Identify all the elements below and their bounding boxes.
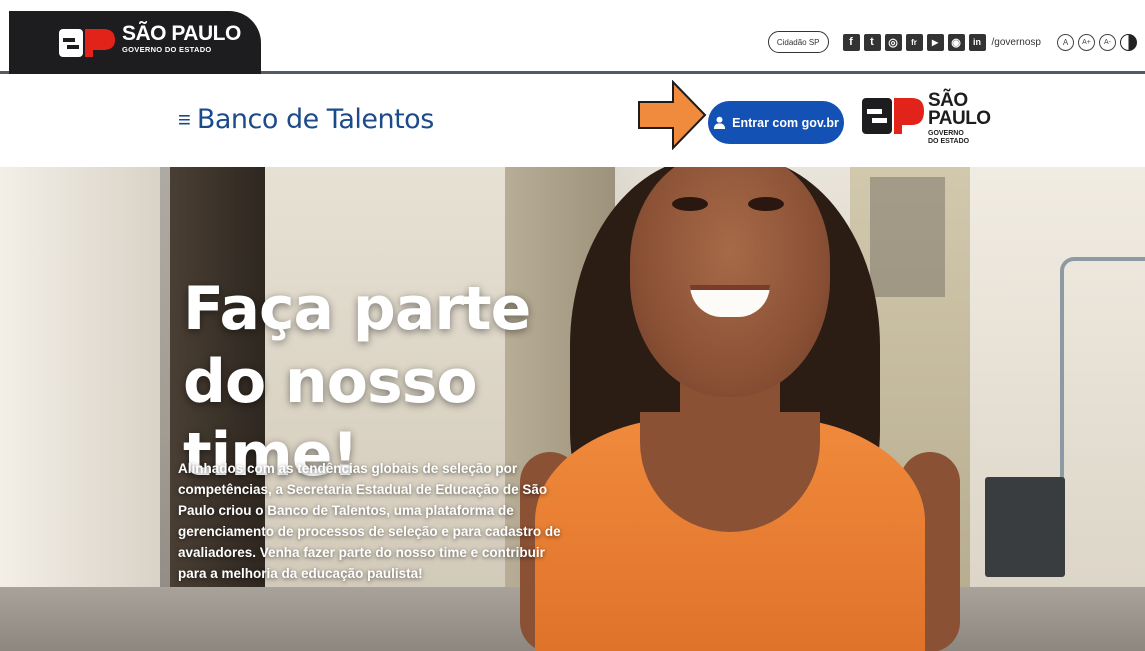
contrast-icon[interactable] — [1120, 33, 1137, 51]
menu-icon[interactable]: ≡ — [178, 108, 191, 131]
facebook-icon[interactable]: f — [842, 33, 860, 51]
gov-logo-subtitle: GOVERNO DO ESTADO — [122, 45, 212, 54]
gov-bar-right-links: Cidadão SP f t ◎ fr ▶ ◉ in /governosp A … — [767, 30, 1137, 54]
social-handle: /governosp — [991, 36, 1041, 48]
site-brand: ≡ Banco de Talentos — [178, 104, 434, 135]
sao-paulo-government-logo[interactable]: SÃO PAULO GOVERNO DO ESTADO — [9, 11, 261, 74]
instagram-icon[interactable]: ◎ — [884, 33, 902, 51]
government-top-bar: SÃO PAULO GOVERNO DO ESTADO Cidadão SP f… — [0, 0, 1145, 74]
hero-person-photo — [630, 167, 830, 397]
font-normal-icon[interactable]: A — [1057, 33, 1074, 51]
hero-background — [1060, 257, 1145, 487]
sp-logo-mark-icon — [59, 28, 115, 58]
login-button-label: Entrar com gov.br — [732, 115, 839, 130]
hero-background — [870, 177, 945, 297]
hero-background — [0, 167, 160, 651]
flickr-icon[interactable]: fr — [905, 33, 923, 51]
hero-background — [985, 477, 1065, 577]
hero-person-photo — [672, 197, 708, 211]
font-increase-icon[interactable]: A+ — [1078, 33, 1095, 51]
sp-logo-mark-icon — [862, 98, 924, 134]
user-icon — [714, 116, 726, 129]
arrow-right-icon — [638, 80, 707, 150]
hero-person-photo — [748, 197, 784, 211]
sao-paulo-header-logo[interactable]: SÃO PAULO GOVERNO DO ESTADO — [862, 91, 991, 157]
gov-logo-title: SÃO PAULO — [122, 22, 241, 45]
font-decrease-icon[interactable]: A- — [1099, 33, 1116, 51]
hero-description: Alinhados com as tendências globais de s… — [178, 461, 561, 581]
cidadao-sp-button[interactable]: Cidadão SP — [767, 31, 829, 53]
header-logo-line3: GOVERNO — [928, 130, 964, 137]
site-header: ≡ Banco de Talentos Entrar com gov.br SÃ… — [0, 77, 1145, 167]
header-logo-line4: DO ESTADO — [928, 138, 970, 145]
hero-banner: Faça parte do nosso time! Alinhados com … — [0, 167, 1145, 651]
twitter-icon[interactable]: t — [863, 33, 881, 51]
youtube-icon[interactable]: ▶ — [926, 33, 944, 51]
issuu-icon[interactable]: ◉ — [947, 33, 965, 51]
page-title[interactable]: Banco de Talentos — [197, 104, 434, 135]
header-logo-line2: PAULO — [928, 108, 991, 129]
login-govbr-button[interactable]: Entrar com gov.br — [708, 101, 844, 144]
linkedin-icon[interactable]: in — [968, 33, 986, 51]
